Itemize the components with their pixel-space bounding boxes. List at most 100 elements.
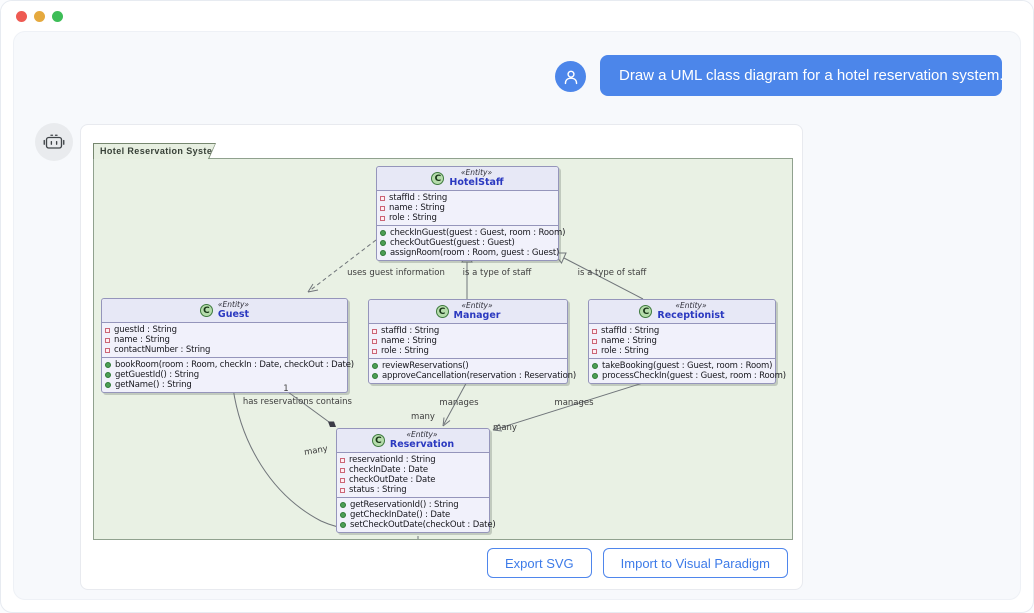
class-icon: C: [372, 434, 385, 447]
attribute-icon: [340, 468, 345, 473]
operation-icon: [380, 250, 386, 256]
operation-icon: [380, 230, 386, 236]
attribute-icon: [340, 458, 345, 463]
operation-icon: [372, 363, 378, 369]
operation-row: getName() : String: [105, 380, 344, 390]
operation-icon: [380, 240, 386, 246]
class-stereotype: «Entity»: [449, 169, 503, 177]
operation-icon: [372, 373, 378, 379]
attribute-row: staffId : String: [372, 326, 564, 336]
user-avatar: [555, 61, 586, 92]
attribute-row: status : String: [340, 485, 486, 495]
operation-icon: [340, 522, 346, 528]
operations-compartment: getReservationId() : String getCheckInDa…: [337, 497, 489, 532]
operation-icon: [340, 502, 346, 508]
class-receptionist[interactable]: C «Entity» Receptionist staffId : String…: [588, 299, 776, 384]
attributes-compartment: staffId : String name : String role : St…: [589, 324, 775, 358]
class-stereotype: «Entity»: [390, 431, 454, 439]
operation-row: checkInGuest(guest : Guest, room : Room): [380, 228, 555, 238]
operations-compartment: bookRoom(room : Room, checkIn : Date, ch…: [102, 357, 347, 392]
attribute-icon: [592, 339, 597, 344]
operation-icon: [105, 382, 111, 388]
attribute-icon: [380, 206, 385, 211]
frame-title-tab: Hotel Reservation System: [93, 143, 216, 159]
operation-row: approveCancellation(reservation : Reserv…: [372, 371, 564, 381]
attribute-icon: [372, 349, 377, 354]
attribute-row: reservationId : String: [340, 455, 486, 465]
class-name: Receptionist: [657, 310, 724, 321]
operation-icon: [340, 512, 346, 518]
edge-label-has-reservations: has reservations: [243, 397, 313, 407]
attribute-row: guestId : String: [105, 325, 344, 335]
export-svg-button[interactable]: Export SVG: [487, 548, 592, 578]
class-hotelstaff-header: C «Entity» HotelStaff: [377, 167, 558, 191]
attribute-row: name : String: [380, 203, 555, 213]
attribute-icon: [105, 348, 110, 353]
operation-row: setCheckOutDate(checkOut : Date): [340, 520, 486, 530]
attribute-row: role : String: [372, 346, 564, 356]
uml-frame: Hotel Reservation System: [93, 143, 793, 540]
app-window: Draw a UML class diagram for a hotel res…: [0, 0, 1034, 613]
operation-row: checkOutGuest(guest : Guest): [380, 238, 555, 248]
class-stereotype: «Entity»: [657, 302, 724, 310]
class-guest[interactable]: C «Entity» Guest guestId : String name :…: [101, 298, 348, 393]
window-titlebar: [1, 1, 1033, 31]
edge-label-is-a-type-of-staff-receptionist: is a type of staff: [578, 268, 647, 278]
class-name: HotelStaff: [449, 177, 503, 188]
attribute-icon: [592, 329, 597, 334]
content-panel: Draw a UML class diagram for a hotel res…: [13, 31, 1021, 600]
import-to-visual-paradigm-button[interactable]: Import to Visual Paradigm: [603, 548, 788, 578]
attributes-compartment: reservationId : String checkInDate : Dat…: [337, 453, 489, 497]
minimize-window-button[interactable]: [34, 11, 45, 22]
attribute-icon: [372, 329, 377, 334]
diagram-actions: Export SVG Import to Visual Paradigm: [487, 548, 788, 578]
attribute-icon: [372, 339, 377, 344]
class-name: Guest: [218, 309, 249, 320]
edge-label-manages-receptionist: manages: [554, 398, 593, 408]
operation-row: takeBooking(guest : Guest, room : Room): [592, 361, 772, 371]
attributes-compartment: staffId : String name : String role : St…: [369, 324, 567, 358]
operation-row: getCheckInDate() : Date: [340, 510, 486, 520]
attribute-icon: [380, 196, 385, 201]
class-icon: C: [431, 172, 444, 185]
attribute-row: name : String: [372, 336, 564, 346]
class-stereotype: «Entity»: [218, 301, 249, 309]
operation-icon: [592, 363, 598, 369]
class-hotelstaff[interactable]: C «Entity» HotelStaff staffId : String n…: [376, 166, 559, 261]
attribute-icon: [592, 349, 597, 354]
close-window-button[interactable]: [16, 11, 27, 22]
attribute-icon: [340, 478, 345, 483]
class-manager[interactable]: C «Entity» Manager staffId : String name…: [368, 299, 568, 384]
edge-label-manages-manager: manages: [439, 398, 478, 408]
operations-compartment: reviewReservations() approveCancellation…: [369, 358, 567, 383]
attribute-row: checkOutDate : Date: [340, 475, 486, 485]
class-icon: C: [436, 305, 449, 318]
class-icon: C: [200, 304, 213, 317]
class-name: Reservation: [390, 439, 454, 450]
attributes-compartment: guestId : String name : String contactNu…: [102, 323, 347, 357]
class-receptionist-header: C «Entity» Receptionist: [589, 300, 775, 324]
class-guest-header: C «Entity» Guest: [102, 299, 347, 323]
frame-title: Hotel Reservation System: [94, 144, 215, 159]
operations-compartment: takeBooking(guest : Guest, room : Room) …: [589, 358, 775, 383]
edge-label-uses-guest-information: uses guest information: [347, 268, 445, 278]
class-icon: C: [639, 305, 652, 318]
attribute-row: staffId : String: [592, 326, 772, 336]
attribute-icon: [105, 338, 110, 343]
operation-row: processCheckIn(guest : Guest, room : Roo…: [592, 371, 772, 381]
edge-label-contains: contains: [316, 397, 352, 407]
attribute-row: name : String: [105, 335, 344, 345]
robot-icon: [42, 130, 66, 154]
attribute-icon: [340, 488, 345, 493]
attribute-row: name : String: [592, 336, 772, 346]
class-reservation-header: C «Entity» Reservation: [337, 429, 489, 453]
bot-avatar: [35, 123, 73, 161]
operation-row: bookRoom(room : Room, checkIn : Date, ch…: [105, 360, 344, 370]
class-manager-header: C «Entity» Manager: [369, 300, 567, 324]
class-reservation[interactable]: C «Entity» Reservation reservationId : S…: [336, 428, 490, 533]
user-message-bubble: Draw a UML class diagram for a hotel res…: [600, 55, 1002, 96]
maximize-window-button[interactable]: [52, 11, 63, 22]
edge-label-is-a-type-of-staff-manager: is a type of staff: [463, 268, 532, 278]
person-icon: [562, 68, 580, 86]
attribute-row: role : String: [380, 213, 555, 223]
